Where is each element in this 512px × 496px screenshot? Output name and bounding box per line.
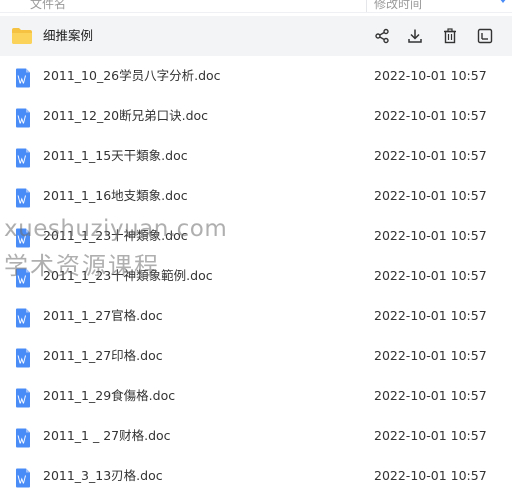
file-row[interactable]: 2011_1_16地支類象.doc 2022-10-01 10:57 <box>0 176 512 216</box>
file-modified-time: 2022-10-01 10:57 <box>374 68 487 83</box>
word-doc-icon <box>16 108 30 128</box>
word-doc-icon <box>16 308 30 328</box>
file-name[interactable]: 2011_1_23十神類象.doc <box>43 216 188 256</box>
word-doc-icon <box>16 188 30 208</box>
file-row[interactable]: 2011_1_15天干類象.doc 2022-10-01 10:57 <box>0 136 512 176</box>
file-name[interactable]: 2011_1_27官格.doc <box>43 296 163 336</box>
more-icon[interactable] <box>477 28 493 44</box>
file-row[interactable]: 2011_12_20断兄弟口诀.doc 2022-10-01 10:57 <box>0 96 512 136</box>
file-modified-time: 2022-10-01 10:57 <box>374 188 487 203</box>
trash-icon[interactable] <box>442 28 458 44</box>
file-row[interactable]: 2011_3_13刃格.doc 2022-10-01 10:57 <box>0 456 512 496</box>
word-doc-icon <box>16 388 30 408</box>
word-doc-icon <box>16 148 30 168</box>
word-doc-icon <box>16 348 30 368</box>
file-row[interactable]: 2011_1_29食傷格.doc 2022-10-01 10:57 <box>0 376 512 416</box>
file-modified-time: 2022-10-01 10:57 <box>374 388 487 403</box>
file-name[interactable]: 2011_1 _ 27财格.doc <box>43 416 171 456</box>
file-name[interactable]: 2011_1_23十神類象範例.doc <box>43 256 213 296</box>
word-doc-icon <box>16 68 30 88</box>
download-icon[interactable] <box>407 28 423 44</box>
file-name[interactable]: 2011_3_13刃格.doc <box>43 456 163 496</box>
share-icon[interactable] <box>374 28 390 44</box>
column-divider <box>366 0 367 12</box>
file-name[interactable]: 2011_1_27印格.doc <box>43 336 163 376</box>
column-header-modified-time[interactable]: 修改时间 <box>374 0 422 12</box>
list-header: 文件名 修改时间 <box>0 0 512 13</box>
file-name[interactable]: 2011_12_20断兄弟口诀.doc <box>43 96 208 136</box>
file-modified-time: 2022-10-01 10:57 <box>374 148 487 163</box>
word-doc-icon <box>16 428 30 448</box>
file-modified-time: 2022-10-01 10:57 <box>374 348 487 363</box>
file-row[interactable]: 2011_1_23十神類象.doc 2022-10-01 10:57 <box>0 216 512 256</box>
folder-row[interactable]: 细推案例 <box>0 16 512 56</box>
file-name[interactable]: 2011_1_29食傷格.doc <box>43 376 175 416</box>
file-name[interactable]: 2011_1_16地支類象.doc <box>43 176 188 216</box>
file-row[interactable]: 2011_10_26学员八字分析.doc 2022-10-01 10:57 <box>0 56 512 96</box>
word-doc-icon <box>16 268 30 288</box>
file-modified-time: 2022-10-01 10:57 <box>374 228 487 243</box>
file-row[interactable]: 2011_1_27官格.doc 2022-10-01 10:57 <box>0 296 512 336</box>
file-name[interactable]: 2011_1_15天干類象.doc <box>43 136 188 176</box>
file-modified-time: 2022-10-01 10:57 <box>374 428 487 443</box>
file-modified-time: 2022-10-01 10:57 <box>374 308 487 323</box>
folder-name[interactable]: 细推案例 <box>43 16 93 56</box>
file-modified-time: 2022-10-01 10:57 <box>374 108 487 123</box>
word-doc-icon <box>16 468 30 488</box>
folder-icon <box>12 28 32 44</box>
sort-indicator-icon[interactable] <box>499 0 507 3</box>
word-doc-icon <box>16 228 30 248</box>
file-row[interactable]: 2011_1 _ 27财格.doc 2022-10-01 10:57 <box>0 416 512 456</box>
file-row[interactable]: 2011_1_27印格.doc 2022-10-01 10:57 <box>0 336 512 376</box>
file-modified-time: 2022-10-01 10:57 <box>374 268 487 283</box>
file-row[interactable]: 2011_1_23十神類象範例.doc 2022-10-01 10:57 <box>0 256 512 296</box>
file-modified-time: 2022-10-01 10:57 <box>374 468 487 483</box>
file-name[interactable]: 2011_10_26学员八字分析.doc <box>43 56 221 96</box>
column-header-name[interactable]: 文件名 <box>30 0 66 12</box>
